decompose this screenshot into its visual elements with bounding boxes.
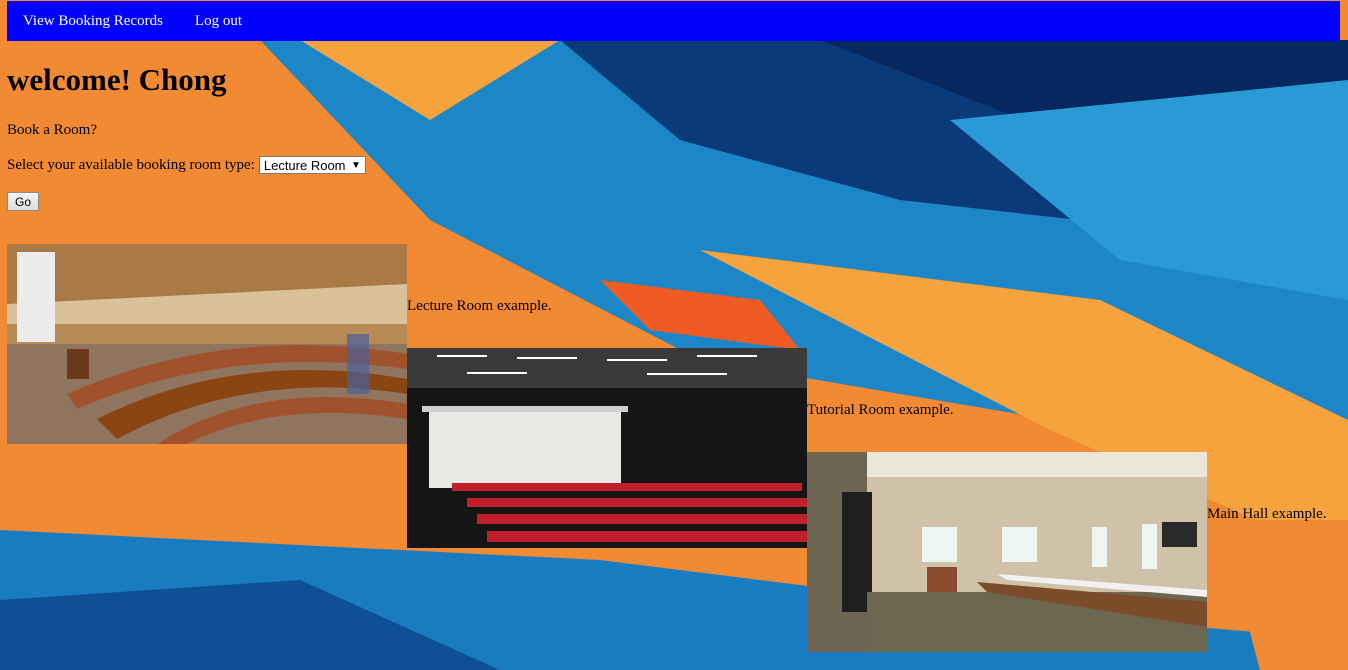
logout-link[interactable]: Log out bbox=[195, 13, 242, 30]
room-type-row: Select your available booking room type:… bbox=[7, 156, 366, 174]
go-button[interactable]: Go bbox=[7, 192, 39, 211]
main-hall-caption: Main Hall example. bbox=[1207, 506, 1327, 522]
room-type-value: Lecture Room bbox=[263, 157, 346, 173]
book-room-prompt: Book a Room? bbox=[7, 122, 97, 138]
view-booking-records-link[interactable]: View Booking Records bbox=[23, 13, 163, 30]
dropdown-arrow-icon: ▼ bbox=[350, 159, 361, 171]
tutorial-room-image bbox=[407, 348, 807, 548]
main-hall-image bbox=[807, 452, 1207, 652]
tutorial-room-caption: Tutorial Room example. bbox=[807, 402, 954, 418]
lecture-room-image bbox=[7, 244, 407, 444]
lecture-room-caption: Lecture Room example. bbox=[407, 298, 552, 314]
room-type-label: Select your available booking room type: bbox=[7, 156, 255, 173]
welcome-heading: welcome! Chong bbox=[7, 62, 227, 97]
room-type-select[interactable]: Lecture Room ▼ bbox=[258, 156, 366, 174]
top-navbar: View Booking Records Log out bbox=[7, 1, 1340, 41]
